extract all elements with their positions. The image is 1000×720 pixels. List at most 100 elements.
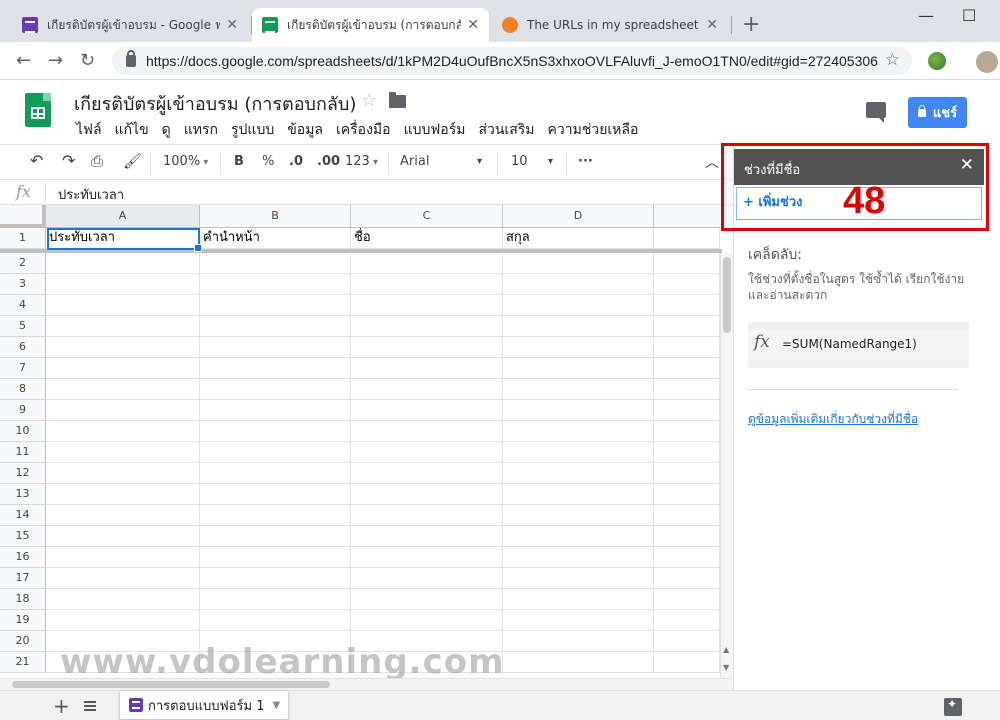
column-header-a[interactable]: A (46, 205, 200, 228)
grid-cell[interactable] (503, 337, 654, 358)
grid-cell[interactable] (46, 589, 200, 610)
grid-cell[interactable] (654, 379, 720, 400)
grid-cell[interactable] (200, 253, 351, 274)
menu-data[interactable]: ข้อมูล (287, 119, 323, 141)
grid-cell[interactable] (351, 337, 503, 358)
grid-cell[interactable] (200, 610, 351, 631)
grid-cell[interactable] (351, 610, 503, 631)
scrollbar-thumb[interactable] (12, 681, 330, 688)
grid-cell[interactable] (200, 358, 351, 379)
chevron-down-icon[interactable]: ▾ (477, 156, 482, 167)
share-button[interactable]: แชร์ (908, 97, 967, 128)
grid-cell[interactable] (46, 295, 200, 316)
grid-cell[interactable] (46, 379, 200, 400)
grid-cell[interactable] (351, 295, 503, 316)
grid-cell[interactable] (503, 610, 654, 631)
maximize-icon[interactable]: ☐ (962, 6, 976, 25)
grid-cell[interactable] (654, 442, 720, 463)
close-icon[interactable]: ✕ (706, 17, 718, 33)
grid-cell[interactable] (503, 421, 654, 442)
increase-decimal-button[interactable]: .00 (317, 154, 340, 169)
grid-cell[interactable] (503, 547, 654, 568)
row-header[interactable]: 16 (0, 547, 46, 568)
menu-help[interactable]: ความช่วยเหลือ (548, 119, 639, 141)
number-format-select[interactable]: 123 (345, 154, 378, 169)
font-select[interactable]: Arial (400, 154, 429, 169)
chevron-up-icon[interactable]: ︿ (705, 152, 719, 172)
grid-cell[interactable] (503, 589, 654, 610)
grid-cell[interactable] (503, 400, 654, 421)
bold-button[interactable]: B (234, 154, 244, 169)
row-header[interactable]: 3 (0, 274, 46, 295)
grid-cell[interactable] (351, 505, 503, 526)
grid-cell[interactable] (351, 589, 503, 610)
more-options-button[interactable]: ··· (578, 154, 593, 169)
add-sheet-icon[interactable]: + (53, 694, 70, 718)
star-icon[interactable]: ☆ (361, 90, 377, 111)
avatar[interactable] (976, 51, 998, 73)
grid-cell[interactable] (503, 463, 654, 484)
grid-cell[interactable] (46, 316, 200, 337)
grid-cell[interactable] (351, 526, 503, 547)
scroll-up-icon[interactable]: ▲ (723, 645, 729, 654)
grid-cell[interactable] (351, 316, 503, 337)
row-header[interactable]: 15 (0, 526, 46, 547)
grid-cell[interactable] (46, 463, 200, 484)
grid-cell[interactable] (654, 547, 720, 568)
paint-format-icon[interactable]: 🖌 (123, 152, 142, 170)
column-header-b[interactable]: B (200, 205, 351, 228)
grid-cell[interactable] (503, 505, 654, 526)
column-header-d[interactable]: D (503, 205, 654, 228)
vertical-scrollbar[interactable]: ▲ ▼ (720, 253, 733, 678)
header-cell-c1[interactable]: ชื่อ (351, 228, 503, 249)
grid-cell[interactable] (351, 568, 503, 589)
row-header[interactable]: 6 (0, 337, 46, 358)
grid-cell[interactable] (503, 484, 654, 505)
browser-tab-stackoverflow[interactable]: The URLs in my spreadsheet resp ✕ (492, 8, 728, 42)
extension-icon[interactable] (928, 52, 946, 70)
menu-form[interactable]: แบบฟอร์ม (404, 119, 466, 141)
grid-cell[interactable] (503, 379, 654, 400)
grid-cell[interactable] (46, 568, 200, 589)
row-header[interactable]: 14 (0, 505, 46, 526)
row-header[interactable]: 2 (0, 253, 46, 274)
row-header[interactable]: 5 (0, 316, 46, 337)
grid-cell[interactable] (654, 400, 720, 421)
header-cell-d1[interactable]: สกุล (503, 228, 654, 249)
grid-cell[interactable] (351, 484, 503, 505)
browser-tab-sheets[interactable]: เกียรติบัตรผู้เข้าอบรม (การตอบกลับ) - ✕ (252, 8, 489, 42)
spreadsheet-grid[interactable]: A B C D ประทับเวลา คำนำหน้า ชื่อ สกุล ▲ … (0, 205, 733, 678)
row-header[interactable]: 18 (0, 589, 46, 610)
sheets-logo-icon[interactable] (25, 93, 51, 127)
grid-cell[interactable] (46, 442, 200, 463)
row-header[interactable]: 21 (0, 652, 46, 673)
redo-icon[interactable]: ↷ (62, 151, 75, 170)
menu-edit[interactable]: แก้ไข (115, 119, 149, 141)
grid-cell[interactable] (351, 421, 503, 442)
grid-cell[interactable] (200, 505, 351, 526)
close-icon[interactable]: ✕ (467, 17, 479, 33)
grid-cell[interactable] (46, 547, 200, 568)
row-header[interactable]: 11 (0, 442, 46, 463)
menu-file[interactable]: ไฟล์ (76, 119, 102, 141)
scroll-down-icon[interactable]: ▼ (723, 663, 729, 672)
grid-cell[interactable] (351, 463, 503, 484)
grid-cell[interactable] (654, 358, 720, 379)
grid-cell[interactable] (46, 400, 200, 421)
grid-cell[interactable] (200, 421, 351, 442)
grid-cell[interactable] (200, 589, 351, 610)
grid-cell[interactable] (200, 316, 351, 337)
row-header[interactable]: 4 (0, 295, 46, 316)
grid-cell[interactable] (46, 526, 200, 547)
print-icon[interactable]: ⎙ (91, 152, 103, 170)
minimize-icon[interactable]: — (918, 6, 934, 25)
menu-addons[interactable]: ส่วนเสริม (478, 119, 534, 141)
menu-insert[interactable]: แทรก (184, 119, 218, 141)
row-header[interactable]: 19 (0, 610, 46, 631)
horizontal-scrollbar[interactable] (0, 678, 733, 690)
percent-format-button[interactable]: % (262, 154, 274, 169)
row-header[interactable]: 13 (0, 484, 46, 505)
grid-cell[interactable] (200, 274, 351, 295)
grid-cell[interactable] (351, 379, 503, 400)
grid-cell[interactable] (200, 484, 351, 505)
